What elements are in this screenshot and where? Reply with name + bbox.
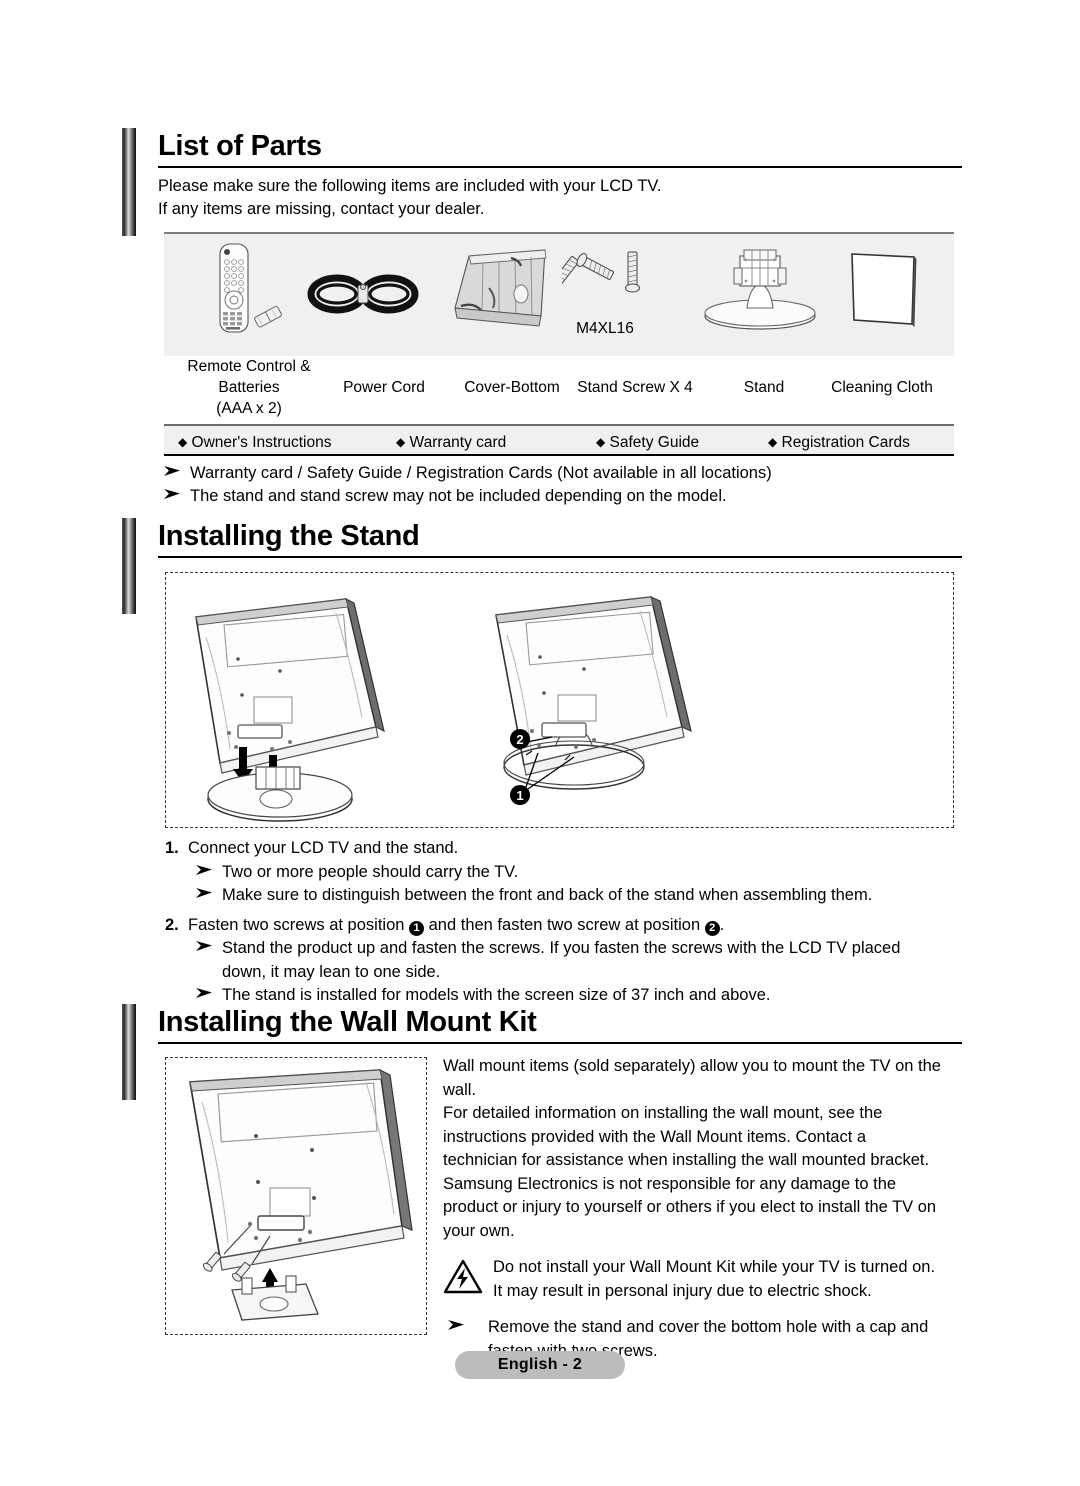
stand-screw-icon [546,248,648,325]
stand-install-steps: 1. Connect your LCD TV and the stand. Tw… [165,836,965,1008]
arrow-bullet-icon [196,940,215,952]
step-1-sub-2: Make sure to distinguish between the fro… [165,884,965,908]
step-2-sub-1-cont: down, it may lean to one side. [222,962,441,981]
bullet-dot: ◆ [596,435,606,449]
svg-text:2: 2 [516,732,523,747]
marker-circle-1: 1 [409,920,425,936]
stand-icon [700,248,820,341]
cover-bottom-icon [449,246,554,341]
tv-remove-stand-view [189,1068,413,1321]
section-list-of-parts: List of Parts [122,128,962,236]
bullet-dot: ◆ [396,435,406,449]
extra-owners-instructions: ◆ Owner's Instructions [178,434,332,451]
part-label-stand-screw: Stand Screw X 4 [577,379,693,396]
step-1-number: 1. [165,839,179,857]
electric-shock-warning-icon [443,1259,483,1303]
intro-line-2: If any items are missing, contact your d… [158,200,485,218]
arrow-bullet-icon [196,864,215,876]
parts-notes: Warranty card / Safety Guide / Registrat… [164,462,964,508]
wall-mount-para-2: For detailed information on installing t… [443,1104,937,1240]
extra-warranty-card: ◆ Warranty card [396,434,507,451]
step-1: 1. Connect your LCD TV and the stand. [165,837,965,861]
page-title: List of Parts [158,130,322,162]
parts-extras-row: ◆ Owner's Instructions ◆ Warranty card ◆… [164,424,954,456]
extra-registration-cards: ◆ Registration Cards [768,434,910,451]
page-footer-badge: English - 2 [455,1351,625,1379]
wall-mount-diagram [165,1057,427,1335]
section-divider [158,166,962,168]
parts-label-row: Remote Control & Batteries (AAA x 2) Pow… [164,356,954,424]
svg-text:1: 1 [516,788,523,803]
section-wall-mount: Installing the Wall Mount Kit [122,1004,962,1100]
tv-stand-exploded-view [195,597,385,822]
wall-mount-para-1: Wall mount items (sold separately) allow… [443,1057,941,1099]
section-divider [158,1042,962,1044]
arrow-bullet-icon [196,887,215,899]
parts-table: M4XL16 Remote Control & Batteries (AAA x… [164,232,954,456]
parts-note-2: The stand and stand screw may not be inc… [164,485,964,508]
part-label-cleaning-cloth: Cleaning Cloth [831,379,933,396]
intro-line-1: Please make sure the following items are… [158,177,662,195]
bullet-dot: ◆ [768,435,778,449]
stand-screw-caption: M4XL16 [576,320,634,337]
section-accent-bar [122,1004,136,1100]
power-cord-icon [307,264,422,329]
section-title-installing-stand: Installing the Stand [158,520,420,552]
arrow-bullet-icon [164,488,183,500]
arrow-bullet-icon [448,1319,467,1331]
step-1-sub-1: Two or more people should carry the TV. [165,861,965,885]
bullet-dot: ◆ [178,435,188,449]
arrow-bullet-icon [164,465,183,477]
wall-mount-text: Wall mount items (sold separately) allow… [443,1055,943,1363]
step-2: 2. Fasten two screws at position 1 and t… [165,914,965,938]
parts-note-1: Warranty card / Safety Guide / Registrat… [164,462,964,485]
tv-stand-assembled-view: 2 1 [495,595,692,805]
arrow-bullet-icon [196,987,215,999]
manual-page: List of Parts Please make sure the follo… [0,0,1080,1486]
step-2-sub-1: Stand the product up and fasten the scre… [165,937,965,961]
extra-safety-guide: ◆ Safety Guide [596,434,700,451]
wall-mount-warning: Do not install your Wall Mount Kit while… [443,1256,943,1303]
cleaning-cloth-icon [848,250,920,335]
marker-circle-2: 2 [704,920,720,936]
remote-control-icon [202,242,292,357]
step-2-number: 2. [165,915,179,934]
stand-assembly-diagram: 2 1 [165,572,954,828]
section-installing-stand: Installing the Stand [122,518,962,614]
parts-image-row: M4XL16 [164,234,954,356]
section-title-wall-mount: Installing the Wall Mount Kit [158,1006,537,1038]
section-accent-bar [122,518,136,614]
section-divider [158,556,962,558]
section-accent-bar [122,128,136,236]
